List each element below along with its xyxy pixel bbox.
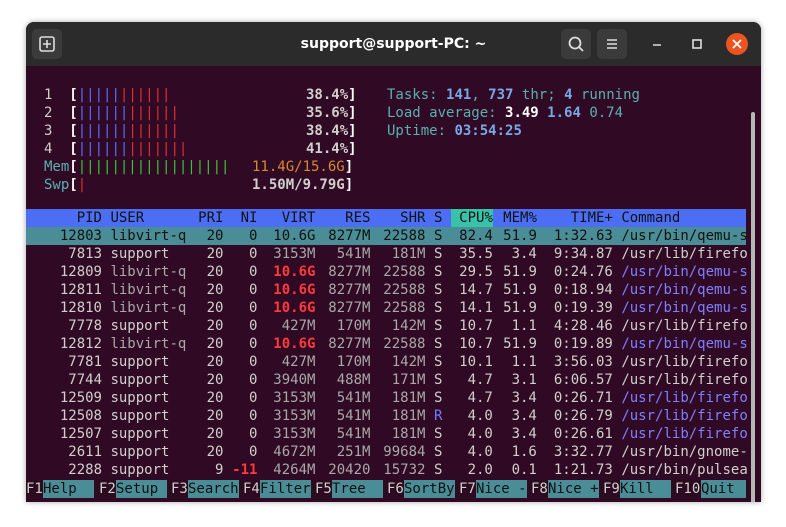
- uptime: Uptime: 03:54:25: [387, 123, 522, 139]
- cpu-percent: 41.4%]: [306, 141, 357, 157]
- process-row[interactable]: 2288 support 9 -11 4264M 20420 15732 S 2.0 0.1 1…: [26, 461, 747, 479]
- tasks-info: Tasks: 141, 737 thr; 4 running: [387, 87, 640, 103]
- col-pri: PRI: [198, 210, 224, 226]
- cpu-percent: 38.4%]: [306, 87, 357, 103]
- search-button[interactable]: [561, 29, 591, 59]
- process-row[interactable]: 12810 libvirt-q 20 0 10.6G 8277M 22588 S 14.1 5…: [26, 299, 748, 317]
- process-row[interactable]: 12507 support 20 0 3153M 541M 181M S 4.0 3.4 0:2…: [26, 425, 748, 443]
- process-row[interactable]: 12811 libvirt-q 20 0 10.6G 8277M 22588 S 14.7 5…: [26, 281, 748, 299]
- minimize-icon: [653, 44, 661, 46]
- process-row[interactable]: 12508 support 20 0 3153M 541M 181M R 4.0 3.4 0:2…: [26, 407, 748, 425]
- process-row[interactable]: 7813 support 20 0 3153M 541M 181M S 35.5 3.4 9:3…: [26, 245, 747, 263]
- col-state: S: [434, 210, 443, 226]
- terminal-window: support@support-PC: ~ 1 [||||||||||| 38.…: [26, 22, 761, 502]
- process-row[interactable]: 12809 libvirt-q 20 0 10.6G 8277M 22588 S 29.5 5…: [26, 263, 748, 281]
- minimize-button[interactable]: [642, 22, 672, 66]
- titlebar: support@support-PC: ~: [26, 22, 761, 66]
- cpu-percent: 35.6%]: [306, 105, 357, 121]
- col-cpu: CPU%: [450, 209, 493, 227]
- search-icon: [568, 36, 584, 52]
- close-icon: [726, 33, 748, 55]
- close-button[interactable]: [722, 22, 752, 66]
- process-row[interactable]: 7744 support 20 0 3940M 488M 171M S 4.7 3.1 6:06…: [26, 371, 747, 389]
- footer-nice-plus[interactable]: Nice +: [548, 480, 599, 498]
- footer-quit[interactable]: Quit: [701, 480, 746, 498]
- cpu-percent: 38.4%]: [306, 123, 357, 139]
- swap-value: 1.50M/9.79G]: [252, 177, 354, 193]
- footer-nice-minus[interactable]: Nice -: [476, 480, 527, 498]
- cpu-meter: 2 [||||||||||||: [44, 105, 179, 121]
- footer-setup[interactable]: Setup: [116, 480, 167, 498]
- col-user: USER: [110, 210, 145, 226]
- footer-filter[interactable]: Filter: [260, 480, 311, 498]
- maximize-icon: [692, 39, 702, 49]
- footer-sortby[interactable]: SortBy: [404, 480, 455, 498]
- col-time: TIME+: [570, 210, 613, 226]
- swap-meter: Swp[|: [44, 177, 87, 193]
- footer-tree[interactable]: Tree: [332, 480, 383, 498]
- col-mem: MEM%: [503, 210, 537, 226]
- process-row-selected[interactable]: 12803 libvirt-q 20 0 10.6G 8277M 22588 S 82.4 5…: [26, 227, 748, 245]
- hamburger-menu-icon: [607, 39, 617, 49]
- process-row[interactable]: 12812 libvirt-q 20 0 10.6G 8277M 22588 S 10.7 5…: [26, 335, 748, 353]
- col-command: Command: [621, 210, 681, 226]
- footer-help[interactable]: Help: [43, 480, 94, 498]
- function-key-bar: F1 Help F2 Setup F3 Search F4 Filter F5 Tree …: [26, 480, 761, 498]
- mem-meter: Mem[||||||||||||||||||: [44, 159, 230, 175]
- cpu-meter: 4 [|||||||||||||: [44, 141, 188, 157]
- footer-search[interactable]: Search: [188, 480, 239, 498]
- process-table-header[interactable]: PID USER PRI NI VIRT RES SHR S CPU% MEM% TIME+ C…: [26, 209, 746, 227]
- menu-button[interactable]: [597, 29, 627, 59]
- process-row[interactable]: 7781 support 20 0 427M 170M 142M S 10.1 1.1 3:56…: [26, 353, 747, 371]
- cpu-meter: 1 [|||||||||||: [44, 87, 171, 103]
- process-row[interactable]: 12509 support 20 0 3153M 541M 181M S 4.7 3.4 0:2…: [26, 389, 748, 407]
- process-row[interactable]: 7778 support 20 0 427M 170M 142M S 10.7 1.1 4:28…: [26, 317, 747, 335]
- footer-kill[interactable]: Kill: [620, 480, 671, 498]
- scrollbar[interactable]: [751, 112, 755, 502]
- col-shr: SHR: [400, 210, 426, 226]
- col-pid: PID: [76, 210, 102, 226]
- load-average: Load average: 3.49 1.64 0.74: [387, 105, 624, 121]
- col-virt: VIRT: [281, 210, 316, 226]
- mem-value: 11.4G/15.6G]: [252, 159, 354, 175]
- cpu-meter: 3 [||||||||||||: [44, 123, 179, 139]
- process-row[interactable]: 2611 support 20 0 4672M 251M 99684 S 4.0 1.6 3:3…: [26, 443, 747, 461]
- col-ni: NI: [240, 210, 258, 226]
- terminal-area[interactable]: 1 [||||||||||| 38.4%] 2 [|||||||||||| 35…: [26, 66, 761, 502]
- col-res: RES: [345, 210, 371, 226]
- maximize-button[interactable]: [682, 22, 712, 66]
